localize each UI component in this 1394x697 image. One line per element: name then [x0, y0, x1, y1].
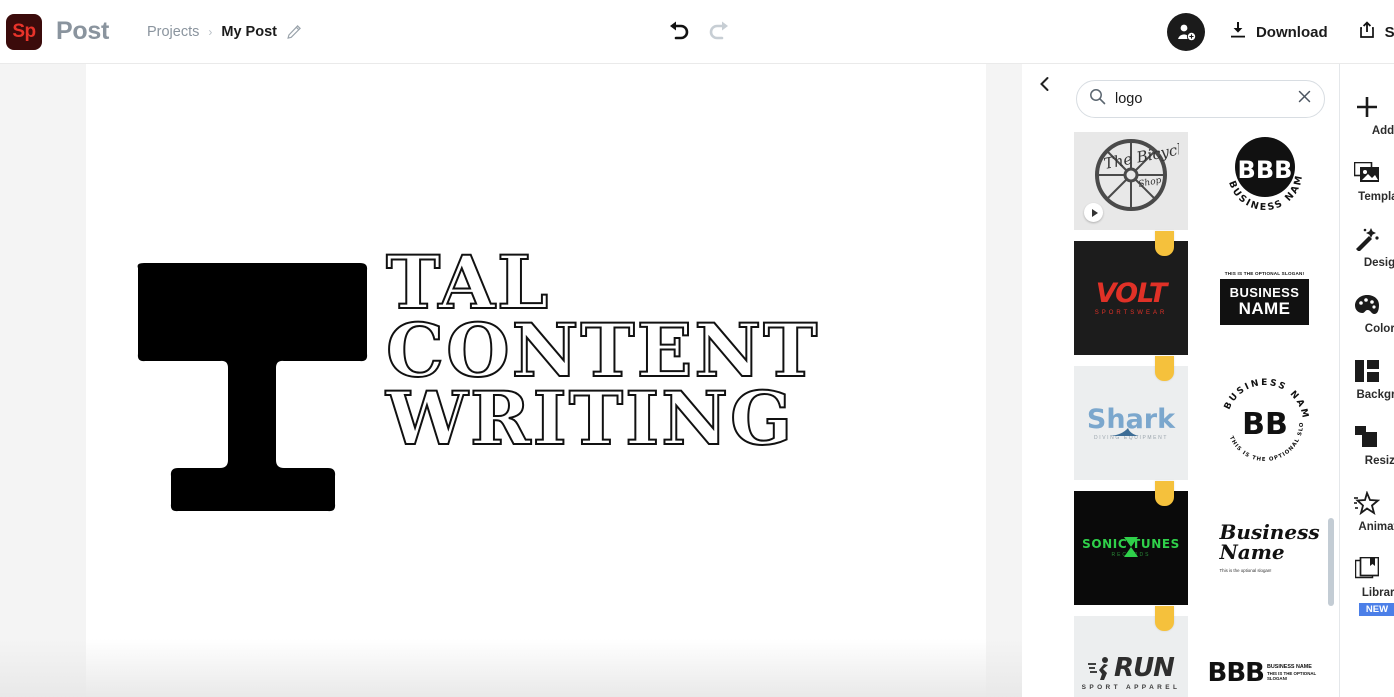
premium-badge-icon [1155, 606, 1174, 631]
svg-text:Shop: Shop [1138, 176, 1163, 190]
rail-label: Resize [1364, 455, 1394, 467]
canvas-artwork[interactable]: TAL CONTENT WRITING [86, 246, 986, 520]
shark-fin-icon [1110, 428, 1139, 436]
canvas-workarea[interactable]: TAL CONTENT WRITING [0, 64, 1022, 697]
bbb-flat-slogan-text: THIS IS THE OPTIONAL SLOGAN! [1266, 670, 1317, 682]
rail-item-resize[interactable]: Resize [1340, 424, 1394, 467]
rail-item-add[interactable]: Add [1340, 94, 1394, 137]
animation-star-icon [1354, 490, 1380, 516]
business-box-line-1: BUSINESS [1229, 285, 1300, 301]
bbb-flat-secondary-text: BUSINESS NAME [1266, 664, 1312, 671]
template-card-the-bicycle-shop[interactable]: The Bicycle Shop [1074, 132, 1188, 230]
breadcrumb-current-project[interactable]: My Post [221, 24, 277, 40]
template-card-sonic-tunes-records[interactable]: SONIC TUNES RECORDS [1074, 481, 1188, 605]
template-search-panel: logo The Bicycle Shop BBB BUSINESS NAM V… [1062, 64, 1340, 697]
add-collaborator-avatar-icon[interactable] [1166, 13, 1205, 51]
volt-secondary-text: SPORTSWEAR [1094, 310, 1168, 316]
rail-label: Add [1371, 125, 1394, 137]
share-icon [1358, 21, 1376, 43]
video-play-icon[interactable] [1084, 203, 1103, 222]
resize-squares-icon [1355, 424, 1379, 450]
template-card-bbb-circle-business-name[interactable]: BBB BUSINESS NAME [1207, 132, 1322, 230]
background-layout-icon [1355, 358, 1379, 384]
premium-badge-icon [1155, 231, 1174, 256]
rail-label: Colors [1364, 323, 1394, 335]
top-right-actions: Download Shar [1166, 0, 1394, 64]
script-slogan-text: This is the optional slogan! [1219, 567, 1272, 573]
premium-badge-icon [1155, 481, 1174, 506]
search-icon [1089, 88, 1106, 110]
spark-post-editor: Sp Post Projects › My Post Download S TA… [0, 0, 1394, 697]
rail-label: Animatio [1358, 521, 1394, 533]
template-card-volt-sportswear[interactable]: VOLT SPORTSWEAR [1074, 231, 1188, 355]
undo-arrow-icon[interactable] [663, 16, 693, 46]
bbb-flat-primary-text: BBB [1207, 658, 1265, 688]
template-image-icon [1354, 160, 1380, 186]
business-box-slogan: THIS IS THE OPTIONAL SLOGAN! [1224, 271, 1305, 277]
runner-icon [1088, 657, 1109, 680]
sonic-hourglass-icon [1124, 537, 1138, 557]
color-palette-icon [1354, 292, 1380, 318]
rail-label: Backgrou [1356, 389, 1394, 401]
run-secondary-text: SPORT APPAREL [1081, 684, 1181, 691]
rail-item-templates[interactable]: Template [1340, 160, 1394, 203]
template-results-grid[interactable]: The Bicycle Shop BBB BUSINESS NAM VOLT S… [1062, 132, 1339, 697]
history-controls [663, 16, 735, 46]
breadcrumb-separator-icon: › [208, 24, 213, 39]
design-canvas[interactable]: TAL CONTENT WRITING [86, 64, 986, 697]
template-card-business-name-box[interactable]: THIS IS THE OPTIONAL SLOGAN! BUSINESS NA… [1207, 241, 1322, 355]
right-tool-rail: Add Template D [1340, 64, 1394, 697]
app-title: Post [56, 17, 109, 45]
rail-item-libraries[interactable]: Librarie NEW [1340, 556, 1394, 616]
top-app-bar: Sp Post Projects › My Post Download S [0, 0, 1394, 64]
rail-item-animation[interactable]: Animatio [1340, 490, 1394, 533]
search-query-value[interactable]: logo [1115, 91, 1288, 107]
logo-mark-letter-t[interactable] [132, 260, 372, 515]
rail-label: Template [1358, 191, 1394, 203]
share-label: Shar [1384, 23, 1394, 41]
svg-text:BBB: BBB [1237, 156, 1292, 184]
breadcrumb-projects-link[interactable]: Projects [147, 24, 199, 40]
volt-primary-text: VOLT [1095, 278, 1168, 309]
script-secondary-text: Name [1219, 540, 1285, 564]
rail-item-colors[interactable]: Colors [1340, 292, 1394, 335]
rail-item-design[interactable]: Design [1340, 226, 1394, 269]
rail-item-backgrounds[interactable]: Backgrou [1340, 358, 1394, 401]
template-card-business-name-script[interactable]: Business Name This is the optional sloga… [1207, 491, 1322, 605]
pencil-icon[interactable] [286, 24, 302, 40]
spark-logo-icon: Sp [6, 13, 42, 50]
share-button[interactable]: Shar [1358, 21, 1394, 43]
panel-scrollbar[interactable] [1328, 518, 1334, 606]
canvas-outline-text[interactable]: TAL CONTENT WRITING [385, 246, 966, 520]
libraries-book-icon [1355, 556, 1379, 582]
collapse-panel-button[interactable] [1028, 64, 1062, 108]
close-x-icon[interactable] [1297, 89, 1312, 109]
new-badge: NEW [1358, 603, 1394, 616]
template-card-bbb-flat-business-name[interactable]: BBB BUSINESS NAME THIS IS THE OPTIONAL S… [1207, 616, 1322, 697]
plus-icon [1355, 94, 1379, 120]
download-icon [1229, 21, 1247, 43]
business-box-line-2: NAME [1238, 298, 1291, 318]
svg-text:BB: BB [1242, 407, 1288, 442]
breadcrumb: Projects › My Post [147, 24, 302, 40]
outline-text-line-3: WRITING [385, 375, 795, 462]
rail-label: Librarie [1361, 587, 1394, 599]
redo-arrow-icon [705, 16, 735, 46]
template-card-shark-diving-equipment[interactable]: Shark DIVING EQUIPMENT [1074, 356, 1188, 480]
magic-wand-sparkle-icon [1354, 226, 1380, 252]
premium-badge-icon [1155, 356, 1174, 381]
chevron-left-icon [1038, 76, 1052, 97]
template-card-bb-circular-business-name[interactable]: BB BUSINESS NAME THIS IS THE OPTIONAL SL… [1207, 366, 1322, 480]
rail-label: Design [1363, 257, 1394, 269]
run-primary-text: RUN [1114, 653, 1175, 683]
download-button[interactable]: Download [1229, 21, 1328, 43]
brand-area[interactable]: Sp Post [6, 13, 109, 50]
download-label: Download [1255, 23, 1328, 41]
search-row: logo [1062, 64, 1339, 126]
search-input[interactable]: logo [1076, 80, 1325, 118]
template-card-run-sport-apparel[interactable]: RUN SPORT APPAREL [1074, 606, 1188, 697]
